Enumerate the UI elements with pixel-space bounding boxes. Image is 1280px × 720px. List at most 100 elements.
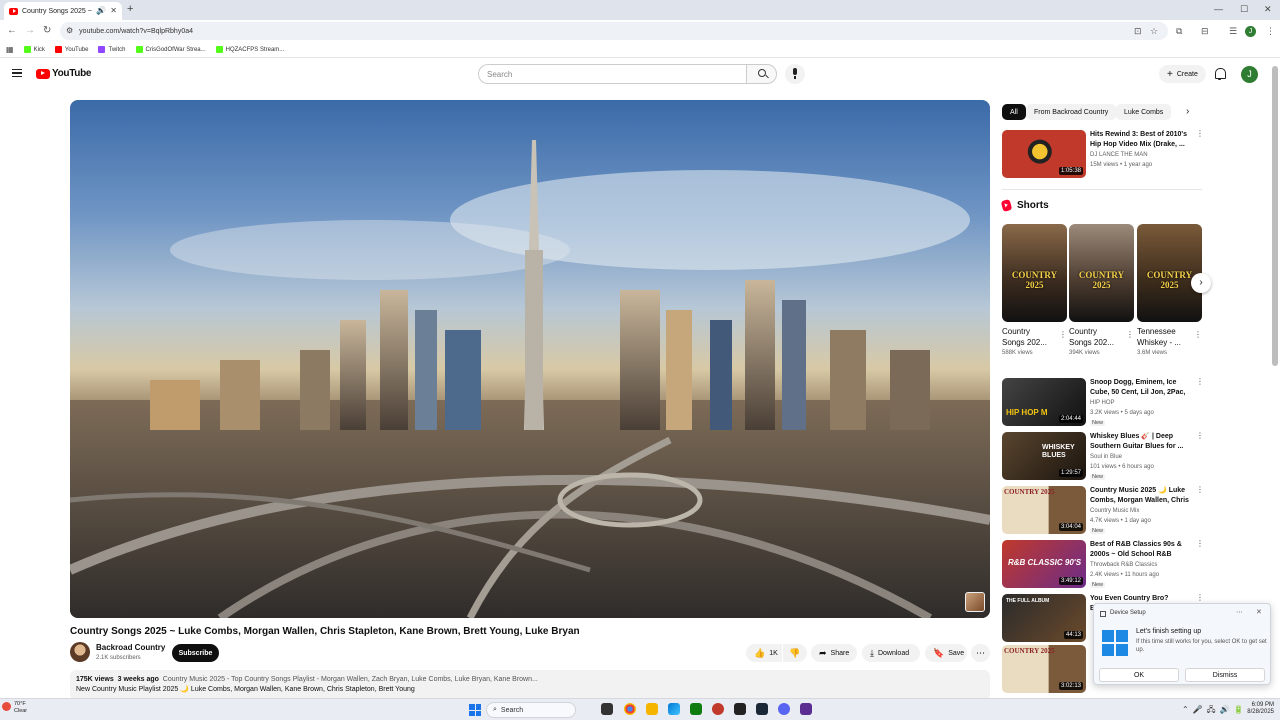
more-vertical-icon[interactable]: ⋮ <box>1196 378 1204 386</box>
download-button[interactable]: ⤓ Download <box>862 644 920 662</box>
short-thumbnail[interactable]: COUNTRY 2025 <box>1002 224 1067 322</box>
video-thumbnail[interactable]: HIP HOP M 2:04:44 <box>1002 378 1086 426</box>
forward-arrow-icon[interactable]: → <box>25 25 35 36</box>
recommendation-title[interactable]: Country Music 2025 🌙 Luke Combs, Morgan … <box>1090 486 1190 506</box>
recommendation-channel[interactable]: DJ LANCE THE MAN <box>1090 152 1148 158</box>
save-button[interactable]: 🔖 Save <box>925 644 967 662</box>
browser-tab-active[interactable]: Country Songs 2025 ~ Luke 🔊 ✕ <box>4 2 122 20</box>
recommendation-title[interactable]: Hits Rewind 3: Best of 2010's Hip Hop Vi… <box>1090 130 1190 150</box>
recommendation-title[interactable]: Snoop Dogg, Eminem, Ice Cube, 50 Cent, L… <box>1090 378 1190 398</box>
recommendation-item[interactable]: R&B CLASSIC 90'S 3:49:12 Best of R&B Cla… <box>1002 540 1204 588</box>
notifications-bell-icon[interactable] <box>1214 68 1226 80</box>
bookmark-kick[interactable]: Kick <box>23 46 45 53</box>
epic-games-icon[interactable] <box>734 703 746 715</box>
system-clock[interactable]: 6:09 PM 8/28/2025 <box>1238 702 1274 716</box>
recommendation-title[interactable]: Best of R&B Classics 90s & 2000s ~ Old S… <box>1090 540 1190 560</box>
xbox-icon[interactable] <box>690 703 702 715</box>
subscribe-button[interactable]: Subscribe <box>172 644 219 662</box>
tab-audio-icon[interactable]: 🔊 <box>96 7 106 15</box>
recommendation-channel[interactable]: Throwback R&B Classics <box>1090 562 1157 568</box>
edge-icon[interactable] <box>668 703 680 715</box>
app-icon[interactable] <box>712 703 724 715</box>
bookmark-twitch[interactable]: Twitch <box>98 46 126 53</box>
more-vertical-icon[interactable]: ⋮ <box>1196 486 1204 494</box>
short-title[interactable]: Country Songs 202... <box>1002 326 1054 348</box>
reload-icon[interactable]: ↻ <box>43 25 51 36</box>
more-vertical-icon[interactable]: ⋮ <box>1196 540 1204 548</box>
tab-close-icon[interactable]: ✕ <box>110 7 117 15</box>
youtube-logo[interactable]: YouTube <box>36 68 92 79</box>
apps-grid-icon[interactable]: ▦ <box>6 45 14 54</box>
shorts-next-chevron-icon[interactable]: › <box>1191 273 1211 293</box>
create-button[interactable]: + Create <box>1159 65 1206 83</box>
short-item[interactable]: COUNTRY 2025 Country Songs 202... 394K v… <box>1069 224 1134 356</box>
short-title[interactable]: Tennessee Whiskey - ... <box>1137 326 1189 348</box>
bookmark-crisgodofwar[interactable]: CrisGodOfWar Strea... <box>135 46 206 53</box>
chip-luke-combs[interactable]: Luke Combs <box>1116 104 1172 120</box>
maximize-icon[interactable]: ☐ <box>1240 4 1248 15</box>
short-title[interactable]: Country Songs 202... <box>1069 326 1121 348</box>
channel-name[interactable]: Backroad Country <box>96 643 165 652</box>
more-vertical-icon[interactable]: ⋮ <box>1194 330 1202 339</box>
recommendation-item[interactable]: 1:05:38 Hits Rewind 3: Best of 2010's Hi… <box>1002 130 1204 178</box>
new-tab-plus-icon[interactable]: + <box>127 3 133 15</box>
search-button[interactable] <box>746 64 777 84</box>
description-box[interactable]: 175K views 3 weeks ago Country Music 202… <box>70 670 990 700</box>
tab-search-icon[interactable]: ☰ <box>1229 26 1237 37</box>
chips-next-chevron-icon[interactable]: › <box>1186 106 1189 117</box>
task-view-icon[interactable] <box>601 703 613 715</box>
steam-icon[interactable] <box>756 703 768 715</box>
chrome-profile-avatar[interactable]: J <box>1245 26 1256 37</box>
more-vertical-icon[interactable]: ⋮ <box>1196 130 1204 138</box>
more-vertical-icon[interactable]: ⋮ <box>1126 330 1134 339</box>
split-view-icon[interactable]: ⊟ <box>1201 26 1209 37</box>
page-scrollbar[interactable] <box>1272 66 1278 366</box>
description-tags[interactable]: Country Music 2025 - Top Country Songs P… <box>163 676 538 683</box>
taskbar-search[interactable]: ⌕ Search <box>486 702 576 718</box>
more-actions-button[interactable]: ⋯ <box>971 644 990 662</box>
more-vertical-icon[interactable]: ⋮ <box>1196 594 1204 602</box>
like-button[interactable]: 👍 1K <box>746 644 782 662</box>
toast-more-icon[interactable]: ⋯ <box>1236 608 1243 616</box>
hamburger-menu-icon[interactable] <box>12 69 22 77</box>
video-thumbnail[interactable]: 1:05:38 <box>1002 130 1086 178</box>
video-thumbnail[interactable]: WHISKEY BLUES 1:29:57 <box>1002 432 1086 480</box>
voice-search-mic-icon[interactable] <box>785 64 805 84</box>
short-item[interactable]: COUNTRY 2025 Country Songs 202... 588K v… <box>1002 224 1067 356</box>
bookmark-youtube[interactable]: YouTube <box>54 46 88 53</box>
video-thumbnail[interactable]: THE FULL ALBUM 44:13 <box>1002 594 1086 642</box>
url-text[interactable]: youtube.com/watch?v=BqlpRbhy0a4 <box>79 28 193 35</box>
channel-watermark-icon[interactable] <box>965 592 985 612</box>
bookmark-hqzacfps[interactable]: HQZACFPS Stream... <box>215 46 284 53</box>
weather-widget[interactable]: 70°F Clear <box>14 701 27 715</box>
toast-ok-button[interactable]: OK <box>1099 668 1179 682</box>
back-arrow-icon[interactable]: ← <box>7 25 17 36</box>
toast-close-icon[interactable]: ✕ <box>1256 608 1262 616</box>
recommendation-channel[interactable]: HIP HOP <box>1090 400 1115 406</box>
video-thumbnail[interactable]: COUNTRY 2025 3:02:13 <box>1002 645 1086 693</box>
extensions-icon[interactable]: ⧉ <box>1176 26 1182 37</box>
chrome-menu-icon[interactable]: ⋮ <box>1266 26 1275 37</box>
toast-dismiss-button[interactable]: Dismiss <box>1185 668 1265 682</box>
recommendation-item[interactable]: HIP HOP M 2:04:44 Snoop Dogg, Eminem, Ic… <box>1002 378 1204 426</box>
window-close-icon[interactable]: ✕ <box>1264 4 1272 15</box>
windows-start-icon[interactable] <box>469 704 481 716</box>
short-thumbnail[interactable]: COUNTRY 2025 <box>1137 224 1202 322</box>
video-thumbnail[interactable]: COUNTRY 2025 3:04:04 <box>1002 486 1086 534</box>
share-button[interactable]: ➦ Share <box>811 644 857 662</box>
video-player[interactable] <box>70 100 990 618</box>
short-thumbnail[interactable]: COUNTRY 2025 <box>1069 224 1134 322</box>
file-explorer-icon[interactable] <box>646 703 658 715</box>
recommendation-channel[interactable]: Country Music Mix <box>1090 508 1139 514</box>
install-app-icon[interactable]: ⊡ <box>1134 26 1142 37</box>
recommendation-item[interactable]: COUNTRY 2025 3:04:04 Country Music 2025 … <box>1002 486 1204 534</box>
chrome-icon[interactable] <box>624 703 636 715</box>
discord-icon[interactable] <box>778 703 790 715</box>
more-vertical-icon[interactable]: ⋮ <box>1059 330 1067 339</box>
channel-avatar[interactable] <box>70 642 90 662</box>
recommendation-title[interactable]: Whiskey Blues 🎸 | Deep Southern Guitar B… <box>1090 432 1190 452</box>
chip-from-channel[interactable]: From Backroad Country <box>1026 104 1117 120</box>
search-input[interactable] <box>478 64 746 84</box>
dislike-button[interactable]: 👎 <box>783 644 807 662</box>
site-info-icon[interactable]: ⚙ <box>66 27 73 35</box>
